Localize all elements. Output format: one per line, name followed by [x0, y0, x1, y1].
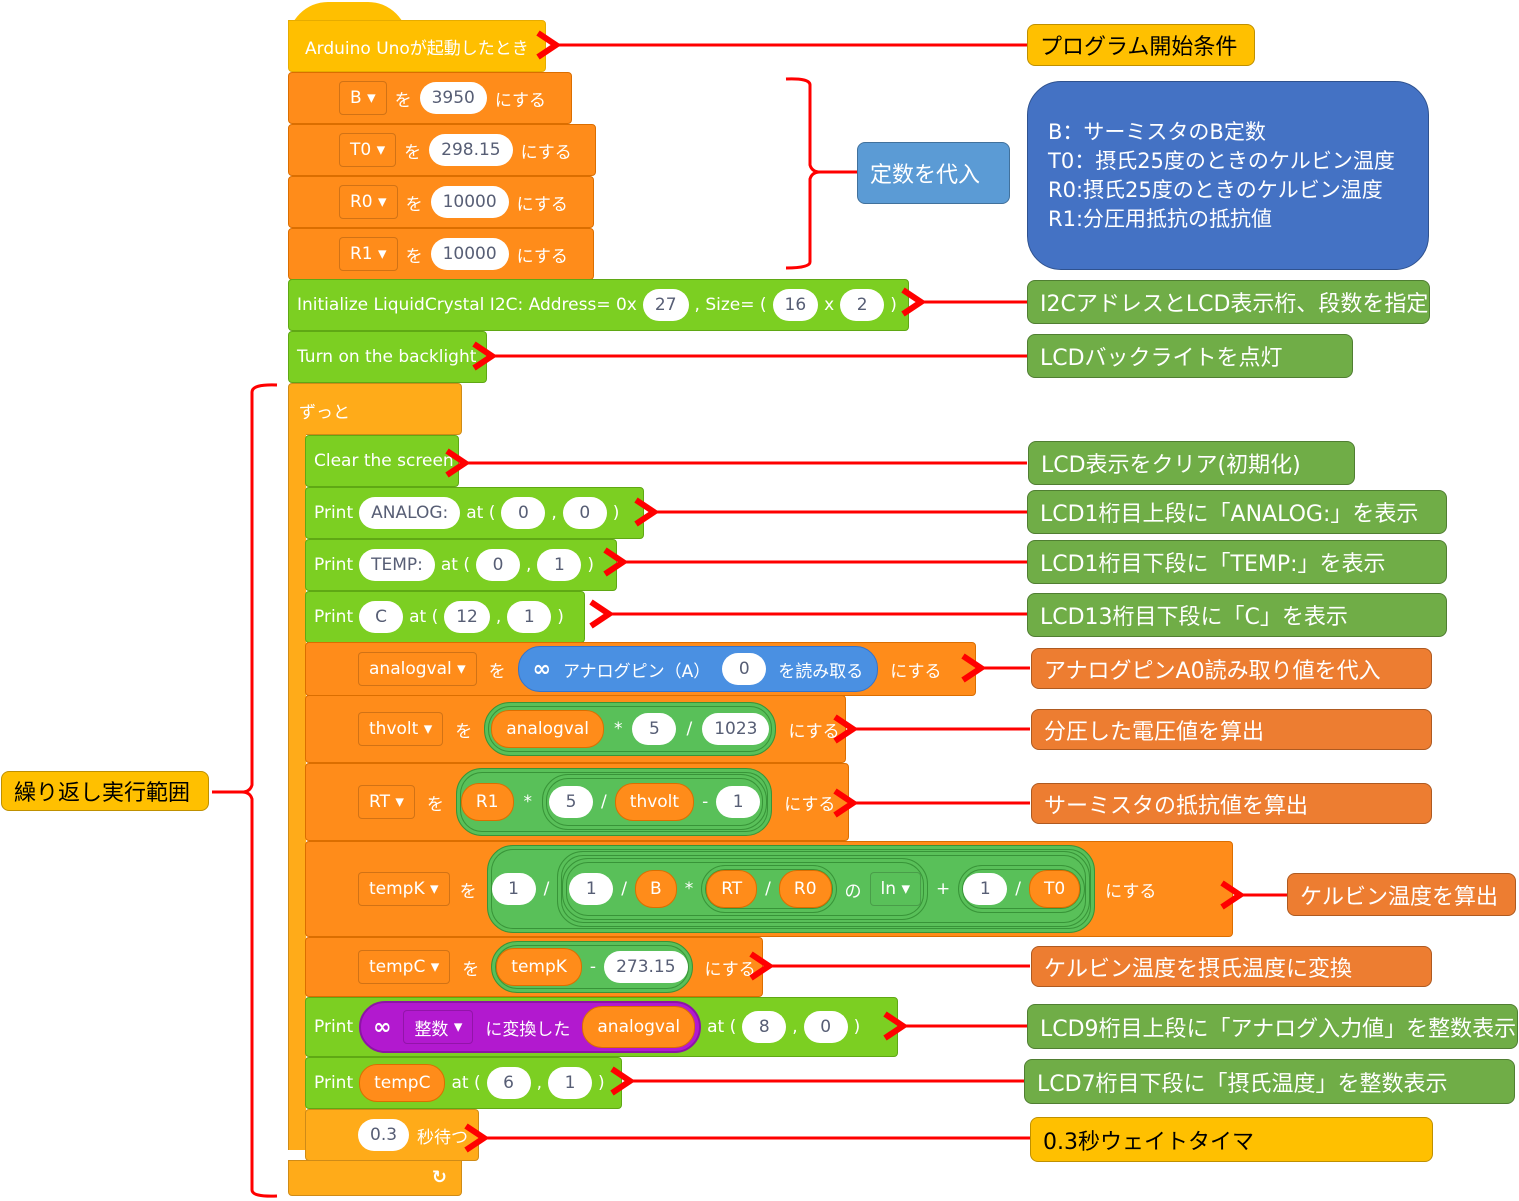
note-print3: LCD13桁目下段に「C」を表示 — [1027, 593, 1447, 637]
note-clear: LCD表示をクリア(初期化) — [1028, 441, 1355, 485]
legend-line: R0:摂氏25度のときのケルビン温度 — [1048, 177, 1383, 202]
note-tempc: ケルビン温度を摂氏温度に変換 — [1031, 946, 1432, 987]
legend-box: B：サーミスタのB定数 T0：摂氏25度のときのケルビン温度 R0:摂氏25度の… — [1027, 81, 1429, 270]
note-print2: LCD1桁目下段に「TEMP:」を表示 — [1027, 540, 1447, 584]
note-tempk: ケルビン温度を算出 — [1287, 873, 1516, 916]
loop-brace — [212, 383, 278, 1198]
note-print4: LCD9桁目上段に「アナログ入力値」を整数表示 — [1027, 1004, 1518, 1049]
legend-line: T0：摂氏25度のときのケルビン温度 — [1048, 148, 1395, 173]
note-print1: LCD1桁目上段に「ANALOG:」を表示 — [1027, 490, 1447, 534]
note-backlight: LCDバックライトを点灯 — [1027, 334, 1353, 378]
note-analog: アナログピンA0読み取り値を代入 — [1031, 648, 1432, 689]
note-wait: 0.3秒ウェイトタイマ — [1030, 1117, 1433, 1162]
note-i2c: I2CアドレスとLCD表示桁、段数を指定 — [1027, 280, 1430, 324]
legend-line: B：サーミスタのB定数 — [1048, 119, 1266, 144]
note-thvolt: 分圧した電圧値を算出 — [1031, 709, 1432, 750]
legend-line: R1:分圧用抵抗の抵抗値 — [1048, 206, 1273, 231]
constants-brace — [785, 77, 857, 270]
note-rt: サーミスタの抵抗値を算出 — [1031, 783, 1432, 824]
note-loop: 繰り返し実行範囲 — [1, 771, 209, 811]
note-constants: 定数を代入 — [857, 142, 1010, 204]
note-print5: LCD7桁目下段に「摂氏温度」を整数表示 — [1024, 1059, 1515, 1104]
note-start: プログラム開始条件 — [1027, 24, 1255, 66]
